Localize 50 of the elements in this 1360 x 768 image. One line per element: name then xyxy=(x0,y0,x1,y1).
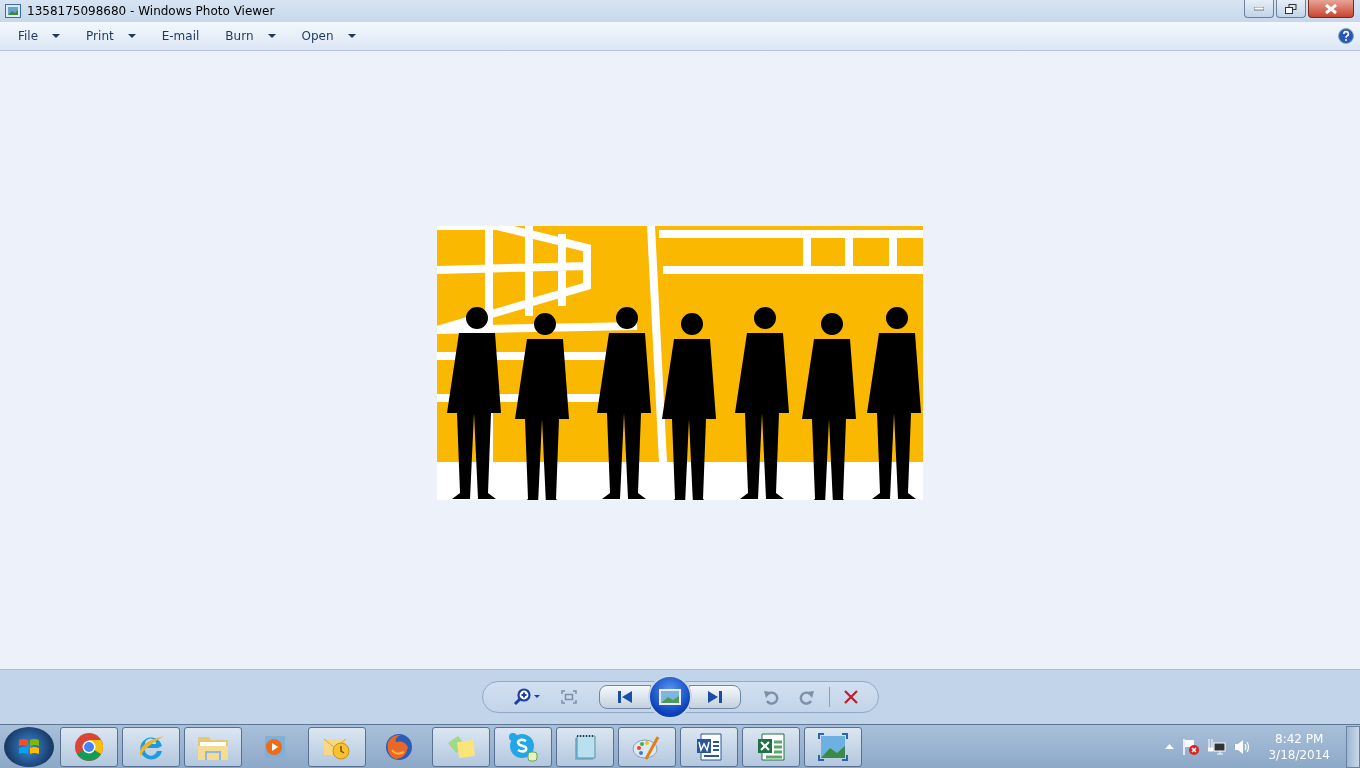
document-w-icon xyxy=(695,731,723,762)
menu-item[interactable]: Open xyxy=(291,29,366,43)
previous-button[interactable] xyxy=(598,685,651,709)
caret-icon xyxy=(267,34,276,38)
taskbar-button[interactable] xyxy=(308,726,366,767)
rotate-left-icon xyxy=(762,689,779,705)
network-icon[interactable] xyxy=(1208,738,1227,755)
spreadsheet-x-icon xyxy=(756,731,786,762)
windows-logo-icon xyxy=(18,736,40,757)
window-title: 1358175098680 - Windows Photo Viewer xyxy=(27,4,275,18)
menu-item[interactable]: File xyxy=(8,29,71,43)
slideshow-button[interactable] xyxy=(647,675,692,719)
taskbar-button[interactable] xyxy=(742,726,800,767)
caret-icon xyxy=(127,34,136,38)
chat-cloud-icon xyxy=(508,731,538,762)
start-button[interactable] xyxy=(4,726,54,767)
taskbar-button[interactable] xyxy=(494,726,552,767)
show-desktop-button[interactable] xyxy=(1346,725,1360,768)
taskbar-button[interactable] xyxy=(804,726,862,767)
rotate-right-icon xyxy=(798,689,815,705)
taskbar-button[interactable] xyxy=(122,726,180,767)
previous-icon xyxy=(617,691,632,703)
delete-icon xyxy=(843,690,858,704)
fit-icon xyxy=(560,690,577,704)
menu-item[interactable]: Burn xyxy=(215,29,286,43)
caret-icon xyxy=(347,34,356,38)
taskbar-button[interactable] xyxy=(60,726,118,767)
menu-item[interactable]: E-mail xyxy=(151,29,210,43)
caret-icon xyxy=(52,34,61,38)
window-icon xyxy=(5,4,21,18)
restore-icon xyxy=(1285,3,1297,14)
photo-viewer-icon xyxy=(818,732,848,761)
next-button[interactable] xyxy=(688,685,741,709)
chrome-icon xyxy=(74,731,104,762)
taskbar-button[interactable] xyxy=(432,726,490,767)
minimize-icon xyxy=(1254,6,1264,11)
fox-globe-icon xyxy=(384,731,414,762)
taskbar-button[interactable] xyxy=(556,726,614,767)
help-icon[interactable] xyxy=(1338,28,1354,44)
next-icon xyxy=(707,691,722,703)
taskbar-button[interactable] xyxy=(680,726,738,767)
flag-warning-icon[interactable] xyxy=(1182,737,1201,756)
menu-item[interactable]: Print xyxy=(76,29,146,43)
close-button[interactable] xyxy=(1308,0,1354,18)
taskbar-button[interactable] xyxy=(618,726,676,767)
zoom-icon xyxy=(512,688,541,706)
close-icon xyxy=(1325,3,1337,14)
taskbar-button[interactable] xyxy=(184,726,242,767)
restore-button[interactable] xyxy=(1276,0,1306,18)
slideshow-icon xyxy=(658,689,681,705)
